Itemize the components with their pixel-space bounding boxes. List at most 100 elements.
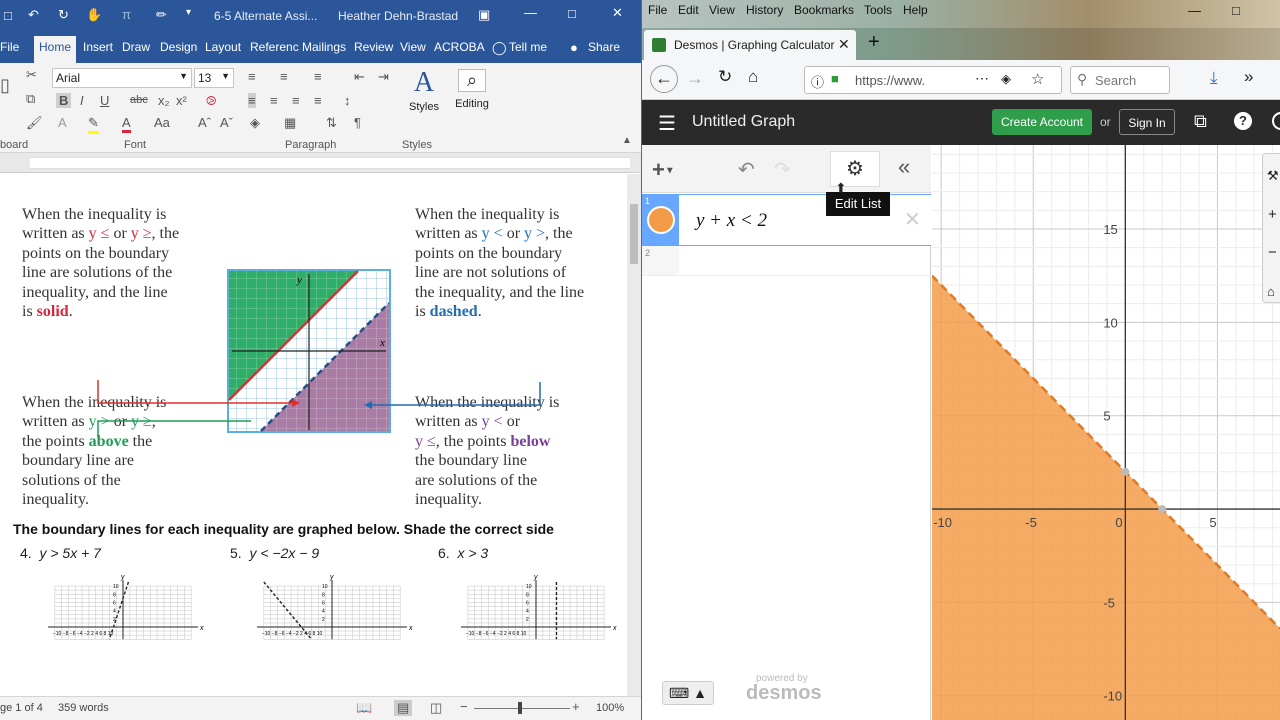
tab-draw[interactable]: Draw <box>122 40 150 54</box>
new-tab-icon[interactable]: + <box>868 31 880 54</box>
url-bar[interactable]: ⓘ ■ https://www. ⋯ ◈ ☆ <box>804 66 1062 94</box>
tab-design[interactable]: Design <box>160 40 197 54</box>
bullets-icon[interactable]: ≡ <box>248 69 256 84</box>
expression-input[interactable]: y + x < 2 <box>696 210 767 232</box>
expression-row-2[interactable]: 2 <box>642 246 931 276</box>
multilevel-list-icon[interactable]: ≡ <box>314 69 322 84</box>
tab-review[interactable]: Review <box>354 40 393 54</box>
close-window-icon[interactable]: ✕ <box>612 5 623 21</box>
home-view-icon[interactable]: ⌂ <box>1267 284 1275 299</box>
color-swatch-icon[interactable] <box>647 206 675 234</box>
text-effects-icon[interactable]: A <box>58 115 67 130</box>
pocket-icon[interactable]: ◈ <box>1001 71 1011 87</box>
minimize-icon[interactable]: — <box>1188 3 1201 18</box>
desmos-logo[interactable]: desmos <box>746 682 822 705</box>
borders-icon[interactable]: ▦ <box>284 115 296 131</box>
delete-expression-icon[interactable]: ✕ <box>904 207 921 232</box>
share-button[interactable]: Share <box>588 40 620 54</box>
zoom-slider-thumb[interactable] <box>518 702 522 714</box>
sign-in-button[interactable]: Sign In <box>1119 109 1175 135</box>
graph-svg[interactable]: -10 -5 0 5 15 10 5 -5 -10 <box>932 145 1280 720</box>
help-icon[interactable]: ? <box>1234 112 1252 130</box>
shrink-font-icon[interactable]: Aˇ <box>220 115 233 130</box>
paste-button[interactable]: ▯ <box>0 69 18 111</box>
align-center-icon[interactable]: ≡ <box>270 93 278 108</box>
maximize-icon[interactable]: □ <box>568 6 576 21</box>
tab-view[interactable]: View <box>400 40 426 54</box>
bold-button[interactable]: B <box>56 93 72 108</box>
tab-mailings[interactable]: Mailings <box>302 40 346 54</box>
align-right-icon[interactable]: ≡ <box>292 93 300 108</box>
format-painter-qat-icon[interactable]: ✏ <box>156 7 167 23</box>
intercept-point[interactable] <box>1158 505 1167 514</box>
grow-font-icon[interactable]: Aˆ <box>198 115 211 130</box>
intercept-point[interactable] <box>1121 467 1130 476</box>
shading-icon[interactable]: ◈ <box>250 115 260 131</box>
zoom-in-icon[interactable]: + <box>572 699 580 714</box>
subscript-button[interactable]: x₂ <box>158 93 170 108</box>
sort-icon[interactable]: ⇅ <box>326 115 337 131</box>
menu-edit[interactable]: Edit <box>678 3 699 17</box>
change-case-icon[interactable]: Aa <box>154 115 170 130</box>
font-name-box[interactable]: Arial ▼ <box>52 68 192 88</box>
undo-icon[interactable]: ↶ <box>738 157 755 182</box>
bookmark-star-icon[interactable]: ☆ <box>1031 70 1044 88</box>
tell-me-box[interactable]: Tell me <box>509 40 547 54</box>
menu-history[interactable]: History <box>746 3 783 17</box>
line-spacing-icon[interactable]: ↕ <box>344 93 351 108</box>
increase-indent-icon[interactable]: ⇥ <box>378 69 389 85</box>
decrease-indent-icon[interactable]: ⇤ <box>354 69 365 85</box>
underline-button[interactable]: U <box>100 93 109 108</box>
menu-tools[interactable]: Tools <box>864 3 892 17</box>
tab-file[interactable]: File <box>0 40 19 54</box>
tab-layout[interactable]: Layout <box>205 40 241 54</box>
menu-help[interactable]: Help <box>903 3 928 17</box>
minimize-icon[interactable]: — <box>524 5 537 20</box>
print-layout-icon[interactable]: ▤ <box>394 700 413 716</box>
menu-bookmarks[interactable]: Bookmarks <box>794 3 854 17</box>
page-count[interactable]: ge 1 of 4 <box>0 702 43 714</box>
ribbon-display-icon[interactable]: ▣ <box>478 7 490 23</box>
downloads-icon[interactable]: ⤓ <box>1210 68 1218 88</box>
scroll-thumb[interactable] <box>630 204 638 264</box>
justify-icon[interactable]: ≡ <box>314 93 322 108</box>
forward-icon[interactable]: → <box>686 68 704 89</box>
tab-references[interactable]: Referenc <box>250 40 299 54</box>
close-tab-icon[interactable]: ✕ <box>838 36 850 53</box>
document-page[interactable]: When the inequality is written as y ≤ or… <box>0 174 641 696</box>
word-count[interactable]: 359 words <box>58 702 109 714</box>
url-text[interactable]: https://www. <box>855 73 925 88</box>
align-left-icon[interactable]: ≡ <box>248 93 256 108</box>
maximize-icon[interactable]: □ <box>1232 3 1240 18</box>
zoom-level[interactable]: 100% <box>596 702 624 714</box>
font-color-icon[interactable]: A <box>122 115 131 133</box>
graph-title[interactable]: Untitled Graph <box>692 113 795 131</box>
font-size-box[interactable]: 13 ▼ <box>194 68 234 88</box>
redo-icon[interactable]: ↻ <box>58 7 69 23</box>
paragraph-mark-icon[interactable]: ¶ <box>354 115 361 130</box>
tab-acrobat[interactable]: ACROBA <box>434 40 485 54</box>
redo-icon[interactable]: ↷ <box>774 157 791 182</box>
menu-file[interactable]: File <box>648 3 667 17</box>
add-item-button[interactable]: +▼ <box>652 157 675 183</box>
hamburger-menu-icon[interactable]: ☰ <box>658 111 676 136</box>
format-painter-icon[interactable]: 🖌 <box>26 115 43 131</box>
styles-button[interactable]: A Styles <box>404 67 444 139</box>
collapse-list-icon[interactable]: « <box>898 154 910 180</box>
home-icon[interactable]: ⌂ <box>748 67 758 87</box>
tab-home[interactable]: Home <box>34 36 77 63</box>
user-name[interactable]: Heather Dehn-Brastad <box>338 9 458 23</box>
chevron-down-icon[interactable]: ▼ <box>179 71 188 81</box>
zoom-in-icon[interactable]: + <box>1268 206 1277 223</box>
language-icon[interactable] <box>1272 112 1280 130</box>
strikethrough-button[interactable]: abc <box>130 94 148 106</box>
info-icon[interactable]: ⓘ <box>811 72 824 91</box>
tab-desmos[interactable]: Desmos | Graphing Calculator ✕ <box>644 30 856 60</box>
back-icon[interactable]: ← <box>650 65 678 93</box>
overflow-menu-icon[interactable]: » <box>1244 67 1253 87</box>
numbering-icon[interactable]: ≡ <box>280 69 288 84</box>
zoom-out-icon[interactable]: − <box>460 699 468 714</box>
chevron-down-icon[interactable]: ▼ <box>221 71 230 81</box>
reload-icon[interactable]: ↻ <box>718 67 732 87</box>
italic-button[interactable]: I <box>80 93 84 108</box>
